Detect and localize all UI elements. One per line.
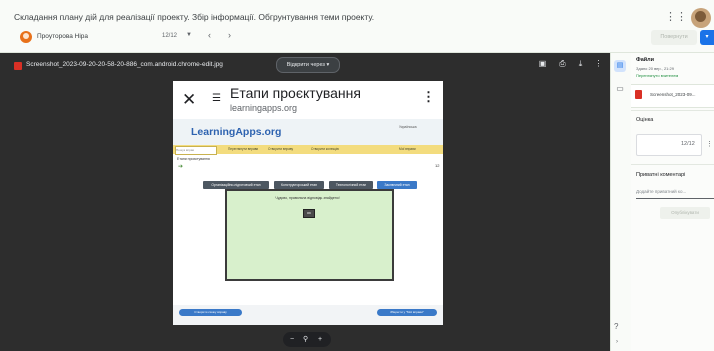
post-comment-button[interactable]: Опублікувати	[660, 207, 710, 219]
create-similar-button: Створити схожу вправу	[179, 309, 242, 316]
kebab-menu-icon: ⋮	[422, 89, 435, 104]
side-rail	[610, 53, 631, 351]
close-icon: ✕	[182, 90, 197, 109]
open-with-label: Відкрити через	[286, 62, 325, 68]
top-header	[0, 0, 714, 53]
files-tab-icon[interactable]: ▤	[614, 60, 626, 72]
nav-item: Переглянути вправи	[228, 147, 259, 151]
zoom-search-icon[interactable]: ⚲	[303, 332, 308, 347]
stage-tab: Технологічний етап	[329, 181, 373, 189]
viewer-filename: Screenshot_2023-09-20-20-58-20-886_com.a…	[26, 61, 223, 68]
collapse-chevron-icon[interactable]: ›	[616, 339, 618, 345]
ok-button: OK	[303, 209, 315, 218]
grade-heading: Оцінка	[636, 117, 654, 123]
account-avatar[interactable]	[691, 8, 711, 28]
private-comment-input[interactable]: Додайте приватний ко...	[636, 186, 714, 199]
divider	[631, 110, 714, 111]
assignment-title: Складання плану дій для реалізації проек…	[14, 12, 375, 22]
tabs-icon: ☰	[212, 93, 221, 104]
attachment-name: Screenshot_2023-09...	[650, 92, 696, 97]
grade-value: 12/12	[681, 141, 695, 147]
nav-item: Мої вправи	[399, 147, 416, 151]
screenshot-page-title: Етапи проєктування	[230, 85, 361, 101]
stage-tab: Конструкторський етап	[274, 181, 324, 189]
language-selector: Українська	[399, 125, 417, 129]
help-icon[interactable]: ?	[614, 322, 618, 331]
stage-tab-active: Заключний етап	[377, 181, 417, 189]
exercise-counter: 12	[435, 163, 440, 168]
return-dropdown-icon[interactable]: ▾	[700, 30, 714, 45]
student-name[interactable]: Проуторова Ніра	[37, 33, 88, 40]
student-dropdown-icon[interactable]: ▼	[186, 32, 192, 38]
learningapps-search: Пошук вправ	[175, 146, 217, 155]
screenshot-image: ✕ ☰ Етапи проєктування learningapps.org …	[173, 81, 443, 325]
image-file-icon	[14, 62, 22, 70]
stage-tab: Організаційно-підготовчий етап	[203, 181, 269, 189]
prev-student-icon[interactable]: ‹	[208, 30, 211, 40]
grade-options-icon[interactable]: ⋮	[706, 140, 713, 148]
divider	[631, 164, 714, 165]
zoom-in-icon[interactable]: +	[318, 332, 322, 347]
print-icon[interactable]: ⎙	[557, 58, 568, 69]
nav-item: Створити вправу	[268, 147, 294, 151]
nav-item: Створити колекцію	[311, 147, 339, 151]
files-heading: Файли	[636, 57, 655, 63]
save-to-my-apps-button: Зберегти у "Мої вправи"	[377, 309, 437, 316]
apps-grid-icon[interactable]: ⋮⋮	[665, 10, 687, 24]
open-with-button[interactable]: Відкрити через ▾	[276, 57, 340, 73]
learningapps-logo: LearningApps.org	[191, 126, 282, 138]
comments-tab-icon[interactable]: ▭	[614, 83, 626, 95]
exercise-board	[225, 189, 394, 281]
next-student-icon[interactable]: ›	[228, 30, 231, 40]
grade-display: 12/12	[162, 33, 178, 39]
download-icon[interactable]: ⤓	[575, 58, 586, 69]
image-file-icon	[635, 90, 642, 99]
back-arrow-icon: ➔	[178, 164, 184, 170]
student-avatar	[20, 31, 32, 43]
zoom-out-icon[interactable]: −	[290, 332, 294, 347]
submission-date: Здано 20 вер., 21:29	[636, 66, 674, 71]
zoom-control: − ⚲ +	[283, 332, 331, 347]
screenshot-url: learningapps.org	[230, 103, 298, 113]
submission-status: Переглянуто вчителем	[636, 73, 679, 78]
add-comment-icon[interactable]: ▣	[537, 58, 548, 69]
correct-message: Чудово, правильна відповідь знайдено!	[275, 196, 340, 200]
private-comments-heading: Приватні коментарі	[636, 172, 686, 178]
more-options-icon[interactable]: ⋮	[593, 58, 604, 69]
return-button[interactable]: Повернути	[651, 30, 697, 45]
exercise-breadcrumb: Етапи проєктування	[177, 157, 210, 161]
